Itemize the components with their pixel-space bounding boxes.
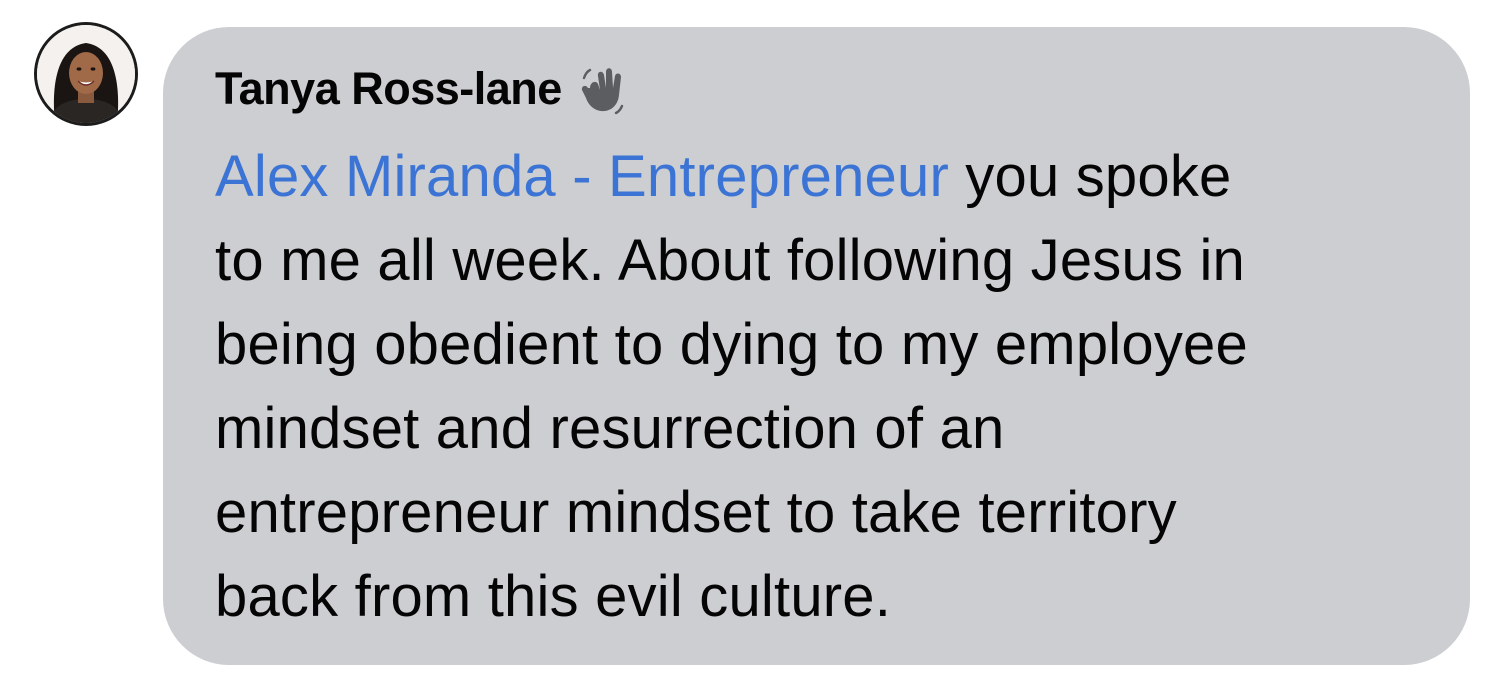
waving-hand-icon	[576, 62, 630, 116]
comment-line: back from this evil culture.	[215, 564, 892, 629]
comment-header: Tanya Ross-lane	[215, 57, 1430, 121]
comment-line: entrepreneur mindset to take territory	[215, 480, 1177, 545]
comment-line: to me all week. About following Jesus in	[215, 228, 1245, 293]
comment-line: being obedient to dying to my employee	[215, 312, 1248, 377]
comment-bubble: Tanya Ross-lane Alex Miranda - Entrepren…	[163, 27, 1470, 665]
author-name[interactable]: Tanya Ross-lane	[215, 63, 562, 115]
user-avatar	[37, 25, 135, 123]
comment-line: mindset and resurrection of an	[215, 396, 1005, 461]
avatar[interactable]	[37, 25, 135, 123]
comment-text: Alex Miranda - Entrepreneur you spoke to…	[215, 135, 1430, 639]
comment-line: Alex Miranda - Entrepreneur you spoke	[215, 135, 1430, 219]
mention-link[interactable]: Alex Miranda - Entrepreneur	[215, 144, 949, 209]
comment-thread: Tanya Ross-lane Alex Miranda - Entrepren…	[0, 0, 1494, 676]
comment-line-text: you spoke	[948, 144, 1232, 209]
